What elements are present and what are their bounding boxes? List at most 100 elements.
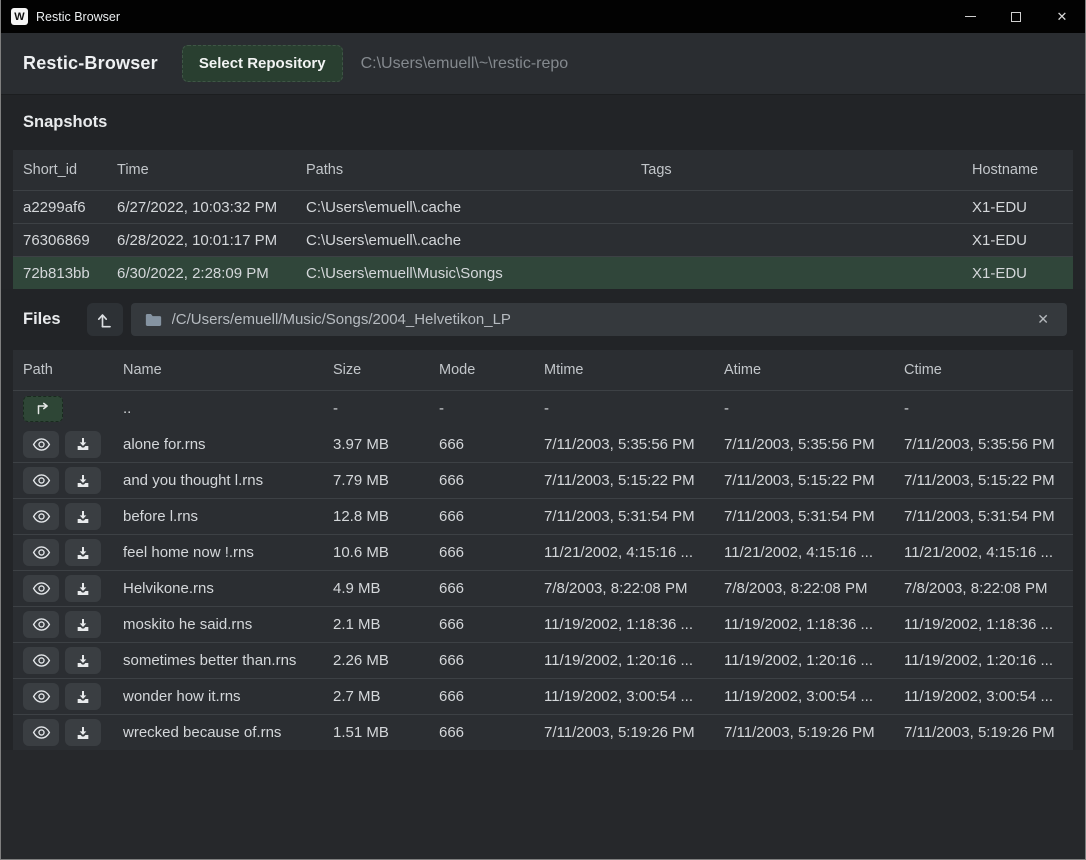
eye-icon <box>32 509 51 524</box>
download-file-button[interactable] <box>65 467 101 494</box>
file-row[interactable]: alone for.rns 3.97 MB 666 7/11/2003, 5:3… <box>13 426 1073 462</box>
files-title: Files <box>23 303 61 336</box>
file-size: - <box>323 400 429 417</box>
preview-file-button[interactable] <box>23 683 59 710</box>
file-mtime: 7/11/2003, 5:19:26 PM <box>534 724 714 741</box>
download-file-button[interactable] <box>65 503 101 530</box>
close-button[interactable]: ✕ <box>1039 0 1085 33</box>
clear-path-icon[interactable]: ✕ <box>1033 309 1053 330</box>
parent-directory-row[interactable]: .. - - - - - <box>13 390 1073 426</box>
file-size: 1.51 MB <box>323 724 429 741</box>
snapshot-short-id: a2299af6 <box>13 199 107 216</box>
snapshot-row[interactable]: a2299af6 6/27/2022, 10:03:32 PM C:\Users… <box>13 190 1073 223</box>
preview-file-button[interactable] <box>23 539 59 566</box>
snapshot-hostname: X1-EDU <box>962 199 1073 216</box>
file-mode: 666 <box>429 580 534 597</box>
snapshot-time: 6/27/2022, 10:03:32 PM <box>107 199 296 216</box>
preview-file-button[interactable] <box>23 431 59 458</box>
file-mtime: 7/11/2003, 5:35:56 PM <box>534 436 714 453</box>
current-path-text: /C/Users/emuell/Music/Songs/2004_Helveti… <box>172 311 1034 328</box>
file-ctime: 7/11/2003, 5:19:26 PM <box>894 724 1073 741</box>
file-atime: 7/8/2003, 8:22:08 PM <box>714 580 894 597</box>
file-name: sometimes better than.rns <box>113 652 323 669</box>
col-atime: Atime <box>714 362 894 378</box>
file-atime: - <box>714 400 894 417</box>
snapshot-paths: C:\Users\emuell\.cache <box>296 232 631 249</box>
file-row[interactable]: Helvikone.rns 4.9 MB 666 7/8/2003, 8:22:… <box>13 570 1073 606</box>
download-file-button[interactable] <box>65 575 101 602</box>
col-time: Time <box>107 162 296 178</box>
col-size: Size <box>323 362 429 378</box>
download-icon <box>75 653 91 669</box>
download-file-button[interactable] <box>65 611 101 638</box>
titlebar: W Restic Browser ✕ <box>1 0 1085 33</box>
eye-icon <box>32 725 51 740</box>
download-file-button[interactable] <box>65 647 101 674</box>
app-title: Restic-Browser <box>23 53 158 74</box>
file-mtime: 11/19/2002, 1:18:36 ... <box>534 616 714 633</box>
go-up-directory-button[interactable] <box>87 303 123 336</box>
file-mtime: 11/21/2002, 4:15:16 ... <box>534 544 714 561</box>
file-mode: - <box>429 400 534 417</box>
file-row[interactable]: before l.rns 12.8 MB 666 7/11/2003, 5:31… <box>13 498 1073 534</box>
eye-icon <box>32 437 51 452</box>
enter-parent-directory-button[interactable] <box>23 396 63 422</box>
download-file-button[interactable] <box>65 719 101 746</box>
download-file-button[interactable] <box>65 431 101 458</box>
app-window: W Restic Browser ✕ Restic-Browser Select… <box>0 0 1086 860</box>
file-mode: 666 <box>429 724 534 741</box>
eye-icon <box>32 473 51 488</box>
eye-icon <box>32 653 51 668</box>
maximize-button[interactable] <box>993 0 1039 33</box>
preview-file-button[interactable] <box>23 611 59 638</box>
preview-file-button[interactable] <box>23 503 59 530</box>
file-row[interactable]: wonder how it.rns 2.7 MB 666 11/19/2002,… <box>13 678 1073 714</box>
file-ctime: 7/11/2003, 5:15:22 PM <box>894 472 1073 489</box>
eye-icon <box>32 689 51 704</box>
minimize-button[interactable] <box>947 0 993 33</box>
app-header: Restic-Browser Select Repository C:\User… <box>1 33 1085 95</box>
snapshots-section-band: Snapshots <box>1 95 1085 150</box>
preview-file-button[interactable] <box>23 575 59 602</box>
file-row[interactable]: wrecked because of.rns 1.51 MB 666 7/11/… <box>13 714 1073 750</box>
file-row[interactable]: sometimes better than.rns 2.26 MB 666 11… <box>13 642 1073 678</box>
snapshots-header-row: Short_id Time Paths Tags Hostname <box>13 150 1073 190</box>
file-size: 3.97 MB <box>323 436 429 453</box>
download-icon <box>75 689 91 705</box>
file-atime: 11/19/2002, 1:20:16 ... <box>714 652 894 669</box>
current-path-bar[interactable]: /C/Users/emuell/Music/Songs/2004_Helveti… <box>131 303 1067 336</box>
download-icon <box>75 545 91 561</box>
snapshot-hostname: X1-EDU <box>962 265 1073 282</box>
window-controls: ✕ <box>947 0 1085 33</box>
snapshot-hostname: X1-EDU <box>962 232 1073 249</box>
file-size: 2.1 MB <box>323 616 429 633</box>
file-name: .. <box>113 400 323 417</box>
snapshot-row-selected[interactable]: 72b813bb 6/30/2022, 2:28:09 PM C:\Users\… <box>13 256 1073 289</box>
empty-area <box>1 750 1085 859</box>
download-file-button[interactable] <box>65 539 101 566</box>
file-row[interactable]: and you thought l.rns 7.79 MB 666 7/11/2… <box>13 462 1073 498</box>
download-icon <box>75 581 91 597</box>
snapshot-row[interactable]: 76306869 6/28/2022, 10:01:17 PM C:\Users… <box>13 223 1073 256</box>
file-ctime: 7/11/2003, 5:31:54 PM <box>894 508 1073 525</box>
snapshots-title: Snapshots <box>23 113 107 132</box>
preview-file-button[interactable] <box>23 467 59 494</box>
file-row[interactable]: moskito he said.rns 2.1 MB 666 11/19/200… <box>13 606 1073 642</box>
file-size: 2.7 MB <box>323 688 429 705</box>
file-ctime: 7/8/2003, 8:22:08 PM <box>894 580 1073 597</box>
file-mode: 666 <box>429 472 534 489</box>
download-icon <box>75 436 91 452</box>
col-hostname: Hostname <box>962 162 1073 178</box>
download-file-button[interactable] <box>65 683 101 710</box>
file-name: Helvikone.rns <box>113 580 323 597</box>
preview-file-button[interactable] <box>23 647 59 674</box>
file-name: alone for.rns <box>113 436 323 453</box>
select-repository-button[interactable]: Select Repository <box>182 45 343 82</box>
snapshot-paths: C:\Users\emuell\Music\Songs <box>296 265 631 282</box>
file-row[interactable]: feel home now !.rns 10.6 MB 666 11/21/20… <box>13 534 1073 570</box>
preview-file-button[interactable] <box>23 719 59 746</box>
file-name: moskito he said.rns <box>113 616 323 633</box>
file-name: wonder how it.rns <box>113 688 323 705</box>
download-icon <box>75 509 91 525</box>
file-ctime: 7/11/2003, 5:35:56 PM <box>894 436 1073 453</box>
